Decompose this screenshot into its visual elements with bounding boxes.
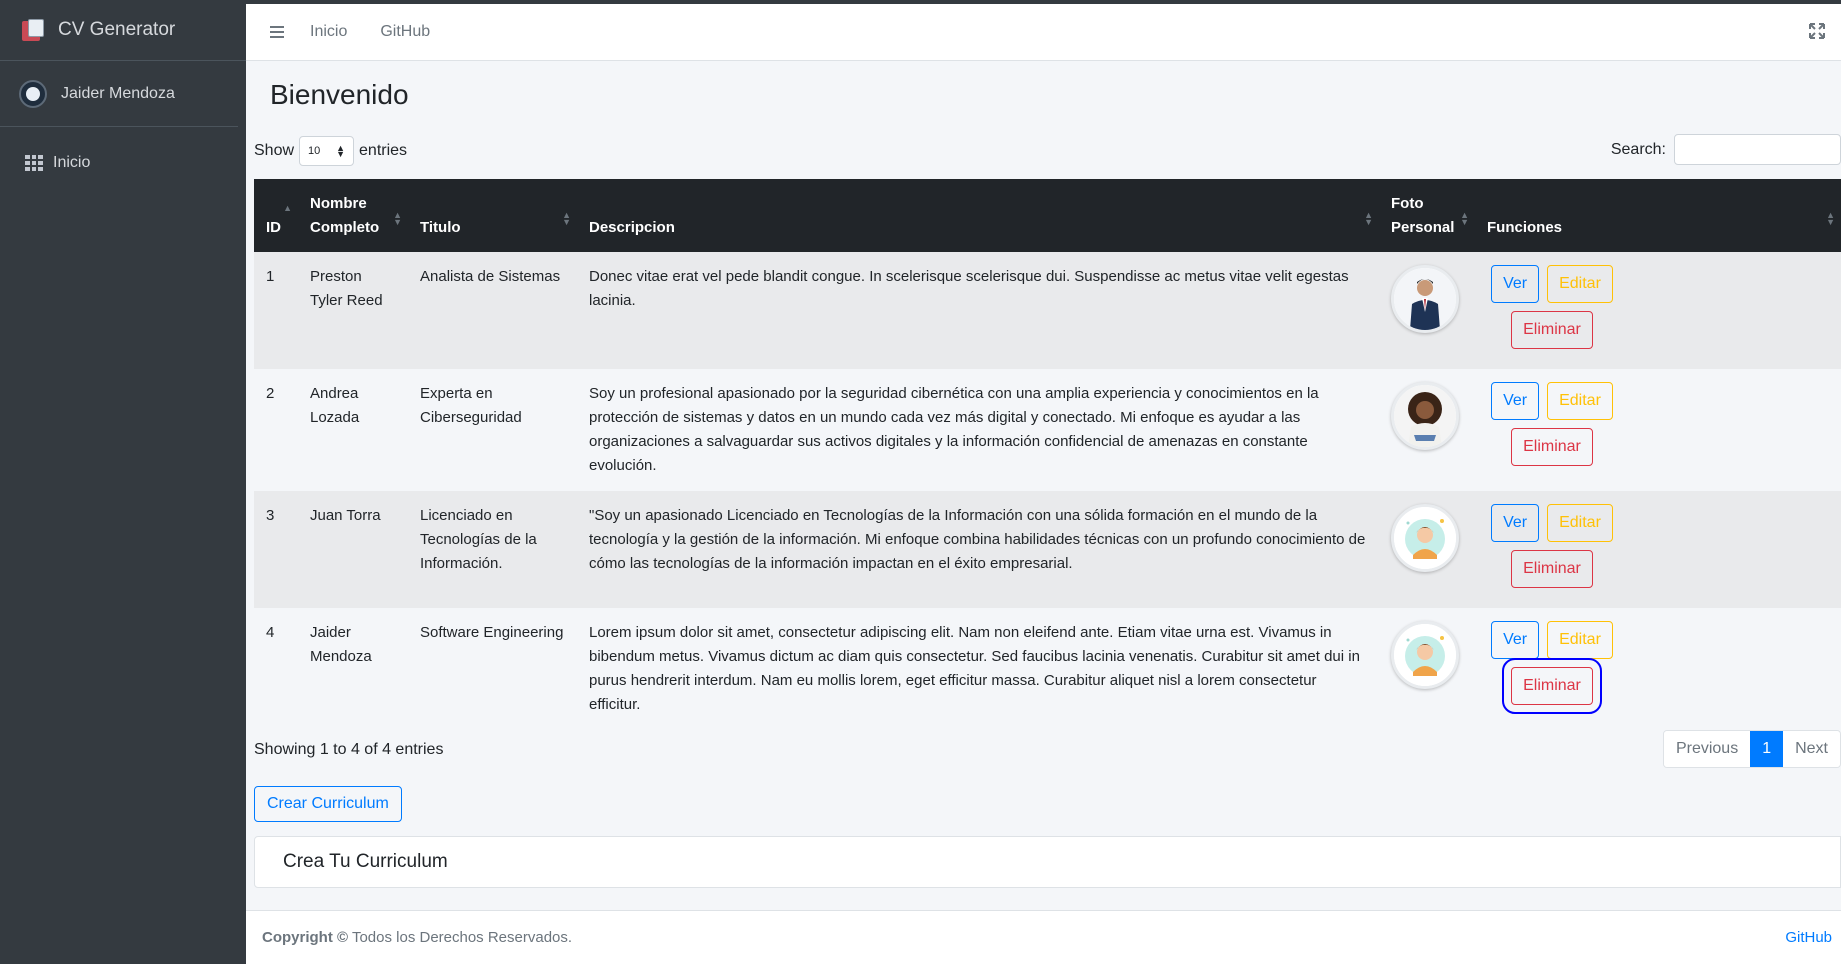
cell-description: "Soy un apasionado Licenciado en Tecnolo… — [577, 491, 1379, 608]
copyright-label: Copyright © — [262, 929, 349, 946]
page-title: Bienvenido — [270, 79, 409, 110]
cartoon-avatar — [1391, 504, 1459, 572]
cell-actions: Ver Editar Eliminar — [1475, 369, 1841, 491]
cell-title: Licenciado en Tecnologías de la Informac… — [408, 491, 577, 608]
fullscreen-icon[interactable] — [1809, 23, 1825, 39]
view-button[interactable]: Ver — [1491, 621, 1540, 659]
view-button[interactable]: Ver — [1491, 265, 1540, 303]
edit-button[interactable]: Editar — [1547, 382, 1613, 420]
github-avatar-icon — [19, 79, 47, 108]
sidebar-item-label: Inicio — [53, 154, 91, 171]
select-arrows-icon: ▲ ▼ — [336, 143, 346, 159]
cell-name: Andrea Lozada — [298, 369, 408, 491]
column-header-functions[interactable]: Funciones ▲ ▼ — [1475, 179, 1841, 252]
cell-name: Juan Torra — [298, 491, 408, 608]
table-row: 1 Preston Tyler Reed Analista de Sistema… — [254, 252, 1841, 369]
top-navbar: Inicio GitHub — [246, 4, 1841, 61]
delete-button[interactable]: Eliminar — [1511, 550, 1593, 588]
cell-photo — [1379, 491, 1475, 608]
footer-text: Copyright © Todos los Derechos Reservado… — [262, 929, 572, 946]
entries-length-control: Show 10 ▲ ▼ entries — [254, 136, 407, 166]
edit-button[interactable]: Editar — [1547, 265, 1613, 303]
brand-link[interactable]: CV Generator — [0, 0, 246, 61]
cell-id: 4 — [254, 608, 298, 730]
column-header-name[interactable]: Nombre Completo ▲ ▼ — [298, 179, 408, 252]
cell-title: Analista de Sistemas — [408, 252, 577, 369]
table-row: 4 Jaider Mendoza Software Engineering Lo… — [254, 608, 1841, 730]
search-input[interactable] — [1674, 134, 1841, 165]
sidebar-item-inicio[interactable]: Inicio — [0, 139, 246, 187]
cell-name: Preston Tyler Reed — [298, 252, 408, 369]
cell-photo — [1379, 369, 1475, 491]
pagination: Previous 1 Next — [1662, 730, 1841, 768]
column-header-title[interactable]: Titulo ▲ ▼ — [408, 179, 577, 252]
cv-logo-icon — [22, 19, 44, 41]
create-curriculum-button[interactable]: Crear Curriculum — [254, 786, 402, 822]
cell-description: Donec vitae erat vel pede blandit congue… — [577, 252, 1379, 369]
woman-photo — [1391, 382, 1459, 450]
entries-select[interactable]: 10 ▲ ▼ — [299, 136, 355, 166]
nav-link-github[interactable]: GitHub — [380, 23, 430, 41]
user-name: Jaider Mendoza — [61, 84, 175, 102]
table-row: 3 Juan Torra Licenciado en Tecnologías d… — [254, 491, 1841, 608]
view-button[interactable]: Ver — [1491, 382, 1540, 420]
delete-button[interactable]: Eliminar — [1511, 428, 1593, 466]
pagination-next[interactable]: Next — [1783, 731, 1840, 767]
rights-text: Todos los Derechos Reservados. — [351, 929, 573, 946]
edit-button[interactable]: Editar — [1547, 621, 1613, 659]
cell-title: Software Engineering — [408, 608, 577, 730]
table-info: Showing 1 to 4 of 4 entries — [254, 741, 444, 758]
page-footer: Copyright © Todos los Derechos Reservado… — [246, 910, 1841, 964]
table-row: 2 Andrea Lozada Experta en Cibersegurida… — [254, 369, 1841, 491]
card-title: Crea Tu Curriculum — [283, 851, 448, 872]
cell-id: 1 — [254, 252, 298, 369]
pagination-previous[interactable]: Previous — [1663, 731, 1751, 767]
grid-icon — [25, 155, 43, 171]
search-label: Search: — [1610, 140, 1666, 158]
view-button[interactable]: Ver — [1491, 504, 1540, 542]
sidebar: CV Generator Jaider Mendoza Inicio — [0, 0, 246, 964]
brand-text: CV Generator — [58, 19, 176, 40]
cell-actions: Ver Editar Eliminar — [1475, 608, 1841, 730]
column-header-description[interactable]: Descripcion ▲ ▼ — [577, 179, 1379, 252]
cell-title: Experta en Ciberseguridad — [408, 369, 577, 491]
table-search: Search: — [1611, 134, 1841, 165]
entries-select-value: 10 — [308, 145, 321, 157]
cell-description: Lorem ipsum dolor sit amet, consectetur … — [577, 608, 1379, 730]
cell-name: Jaider Mendoza — [298, 608, 408, 730]
cell-actions: Ver Editar Eliminar — [1475, 252, 1841, 369]
footer-github-link[interactable]: GitHub — [1785, 929, 1832, 946]
user-panel[interactable]: Jaider Mendoza — [0, 61, 238, 127]
show-label: Show — [254, 142, 295, 159]
cell-id: 3 — [254, 491, 298, 608]
cell-actions: Ver Editar Eliminar — [1475, 491, 1841, 608]
cell-id: 2 — [254, 369, 298, 491]
man-in-suit-photo — [1391, 265, 1459, 333]
cell-description: Soy un profesional apasionado por la seg… — [577, 369, 1379, 491]
cartoon-avatar — [1391, 621, 1459, 689]
column-header-id[interactable]: ID ▲ — [254, 179, 298, 252]
card-header: Crea Tu Curriculum — [254, 836, 1841, 888]
edit-button[interactable]: Editar — [1547, 504, 1613, 542]
delete-button-highlighted[interactable]: Eliminar — [1502, 658, 1602, 714]
column-header-photo[interactable]: Foto Personal ▲ ▼ — [1379, 179, 1475, 252]
cell-photo — [1379, 252, 1475, 369]
pagination-page-1[interactable]: 1 — [1750, 731, 1784, 767]
cell-photo — [1379, 608, 1475, 730]
entries-label: entries — [359, 142, 408, 159]
hamburger-menu-icon[interactable] — [270, 23, 284, 41]
cv-table: ID ▲ Nombre Completo ▲ ▼ Titulo ▲ ▼ Descripci… — [254, 179, 1841, 730]
delete-button[interactable]: Eliminar — [1511, 311, 1593, 349]
nav-link-inicio[interactable]: Inicio — [310, 23, 347, 41]
